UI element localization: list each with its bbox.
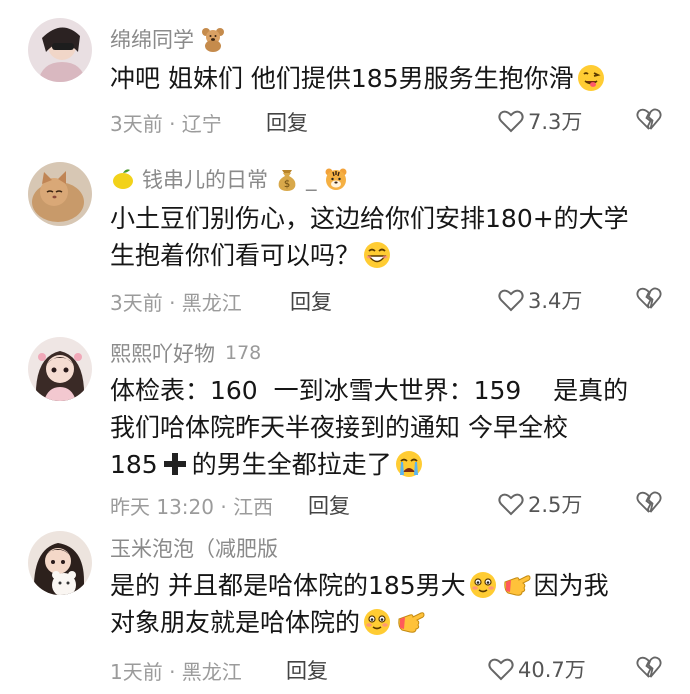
username-row: 绵绵同学: [110, 24, 226, 54]
pointing-hand-emoji: [396, 607, 426, 637]
teddy-bear-icon: [200, 26, 226, 52]
like-count: 7.3万: [528, 110, 583, 134]
comment-meta-row: 3天前 · 黑龙江 回复 3.4万: [110, 285, 670, 315]
crying-emoji: [394, 449, 424, 479]
shy-emoji: [468, 570, 498, 600]
username-suffix: 178: [225, 342, 262, 364]
heart-outline-icon: [498, 289, 524, 312]
comment-text-line: 冲吧 姐妹们 他们提供185男服务生抱你滑: [110, 64, 574, 93]
username-row: 玉米泡泡（减肥版: [110, 533, 278, 563]
comment-text-line: 185 的男生全都拉走了: [110, 446, 670, 483]
tiger-icon: [323, 166, 349, 192]
username-row: 熙熙吖好物 178: [110, 338, 261, 368]
like-button[interactable]: 40.7万: [488, 654, 586, 684]
broken-heart-outline-icon: [636, 656, 662, 678]
reply-button[interactable]: 回复: [286, 655, 328, 685]
like-count: 3.4万: [528, 289, 583, 313]
dislike-button[interactable]: [636, 107, 662, 131]
reply-button[interactable]: 回复: [308, 490, 350, 520]
avatar[interactable]: [28, 162, 92, 226]
heart-outline-icon: [488, 658, 514, 681]
plus-emoji: [160, 449, 190, 479]
like-count: 2.5万: [528, 493, 583, 517]
dislike-button[interactable]: [636, 490, 662, 514]
comment-text-line: 体检表：160 一到冰雪大世界：159 是真的: [110, 376, 629, 405]
broken-heart-outline-icon: [636, 491, 662, 513]
timestamp-location: 昨天 13:20 · 江西: [110, 495, 274, 519]
winking-tongue-emoji: [576, 63, 606, 93]
broken-heart-outline-icon: [636, 108, 662, 130]
comment-text-line: 我们哈体院昨天半夜接到的通知 今早全校: [110, 413, 568, 442]
broken-heart-outline-icon: [636, 287, 662, 309]
pointing-hand-emoji: [502, 570, 532, 600]
comment-text: 小土豆们别伤心，这边给你们安排180+的大学 生抱着你们看可以吗？: [110, 200, 670, 274]
heart-outline-icon: [498, 493, 524, 516]
comment-text-line: 对象朋友就是哈体院的: [110, 604, 670, 641]
reply-button[interactable]: 回复: [266, 107, 308, 137]
comment-meta-row: 3天前 · 辽宁 回复 7.3万: [110, 106, 670, 136]
avatar[interactable]: [28, 531, 92, 595]
lemon-icon: [110, 166, 136, 192]
username-separator: _: [306, 167, 317, 191]
money-bag-icon: $: [274, 166, 300, 192]
username[interactable]: 绵绵同学: [110, 24, 194, 54]
comment-text: 是的 并且都是哈体院的185男大 因为我 对象朋友就是哈体院的: [110, 567, 670, 641]
like-button[interactable]: 3.4万: [498, 285, 582, 315]
comment-text: 体检表：160 一到冰雪大世界：159 是真的 我们哈体院昨天半夜接到的通知 今…: [110, 372, 670, 483]
comment-text: 冲吧 姐妹们 他们提供185男服务生抱你滑: [110, 60, 670, 97]
dislike-button[interactable]: [636, 655, 662, 679]
timestamp-location: 3天前 · 黑龙江: [110, 291, 242, 315]
avatar[interactable]: [28, 337, 92, 401]
reply-button[interactable]: 回复: [290, 286, 332, 316]
like-count: 40.7万: [518, 658, 586, 682]
like-button[interactable]: 7.3万: [498, 106, 582, 136]
dislike-button[interactable]: [636, 286, 662, 310]
timestamp-location: 1天前 · 黑龙江: [110, 660, 242, 684]
username[interactable]: 熙熙吖好物: [110, 338, 215, 368]
grinning-emoji: [362, 240, 392, 270]
comment-meta-row: 1天前 · 黑龙江 回复 40.7万: [110, 654, 670, 684]
avatar[interactable]: [28, 18, 92, 82]
heart-outline-icon: [498, 110, 524, 133]
timestamp-location: 3天前 · 辽宁: [110, 112, 222, 136]
comment-meta-row: 昨天 13:20 · 江西 回复 2.5万: [110, 489, 670, 519]
username[interactable]: 钱串儿的日常: [142, 164, 268, 194]
comment-text-line: 生抱着你们看可以吗？: [110, 237, 670, 274]
shy-emoji: [362, 607, 392, 637]
comment-text-line: 是的 并且都是哈体院的185男大 因为我: [110, 570, 609, 600]
username[interactable]: 玉米泡泡（减肥版: [110, 533, 278, 563]
svg-text:$: $: [284, 179, 290, 190]
comment-text-line: 小土豆们别伤心，这边给你们安排180+的大学: [110, 204, 629, 233]
username-row: 钱串儿的日常 $ _: [110, 164, 349, 194]
like-button[interactable]: 2.5万: [498, 489, 582, 519]
